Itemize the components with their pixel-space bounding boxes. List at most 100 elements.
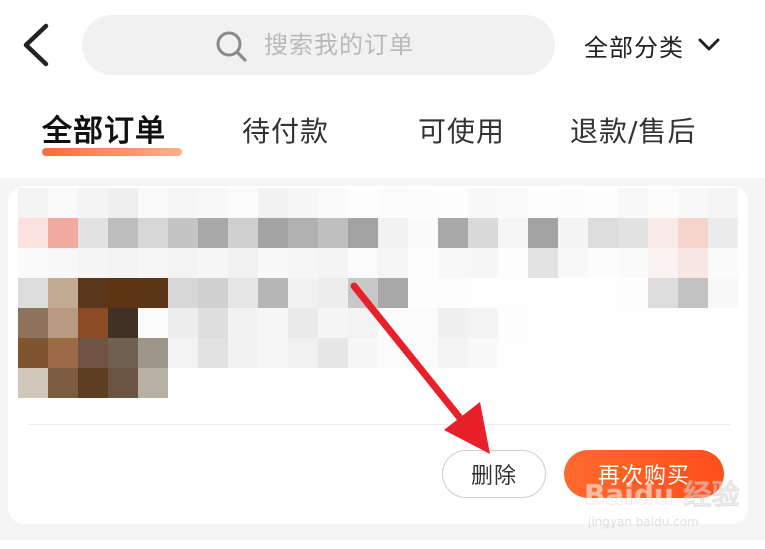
tab-pending-payment[interactable]: 待付款 bbox=[242, 112, 329, 152]
mosaic-cell bbox=[378, 338, 408, 368]
mosaic-cell bbox=[678, 218, 708, 248]
mosaic-cell bbox=[408, 338, 438, 368]
mosaic-cell bbox=[78, 248, 108, 278]
mosaic-cell bbox=[78, 188, 108, 218]
mosaic-cell bbox=[528, 218, 558, 248]
mosaic-cell bbox=[18, 308, 48, 338]
mosaic-cell bbox=[108, 368, 138, 398]
mosaic-cell bbox=[708, 368, 738, 398]
mosaic-cell bbox=[78, 218, 108, 248]
mosaic-cell bbox=[168, 188, 198, 218]
mosaic-cell bbox=[408, 188, 438, 218]
mosaic-cell bbox=[138, 368, 168, 398]
mosaic-cell bbox=[318, 218, 348, 248]
mosaic-cell bbox=[618, 218, 648, 248]
mosaic-cell bbox=[378, 368, 408, 398]
mosaic-cell bbox=[678, 308, 708, 338]
mosaic-cell bbox=[318, 188, 348, 218]
mosaic-cell bbox=[48, 218, 78, 248]
mosaic-cell bbox=[468, 338, 498, 368]
chevron-down-icon bbox=[698, 38, 720, 51]
mosaic-cell bbox=[48, 248, 78, 278]
mosaic-cell bbox=[288, 308, 318, 338]
mosaic-cell bbox=[288, 368, 318, 398]
mosaic-cell bbox=[528, 278, 558, 308]
mosaic-cell bbox=[408, 218, 438, 248]
mosaic-cell bbox=[318, 308, 348, 338]
tab-usable[interactable]: 可使用 bbox=[418, 112, 505, 152]
mosaic-cell bbox=[288, 218, 318, 248]
mosaic-cell bbox=[108, 188, 138, 218]
mosaic-cell bbox=[108, 308, 138, 338]
mosaic-cell bbox=[678, 248, 708, 278]
mosaic-cell bbox=[708, 188, 738, 218]
mosaic-cell bbox=[558, 368, 588, 398]
mosaic-cell bbox=[378, 188, 408, 218]
mosaic-cell bbox=[198, 338, 228, 368]
mosaic-cell bbox=[558, 338, 588, 368]
mosaic-cell bbox=[528, 338, 558, 368]
mosaic-cell bbox=[108, 248, 138, 278]
mosaic-cell bbox=[468, 278, 498, 308]
tab-refund-aftersale[interactable]: 退款/售后 bbox=[570, 112, 696, 152]
search-input[interactable]: 搜索我的订单 bbox=[82, 15, 555, 75]
rebuy-button[interactable]: 再次购买 bbox=[564, 450, 724, 498]
mosaic-cell bbox=[588, 218, 618, 248]
mosaic-cell bbox=[288, 248, 318, 278]
mosaic-cell bbox=[408, 278, 438, 308]
mosaic-cell bbox=[48, 278, 78, 308]
mosaic-cell bbox=[78, 278, 108, 308]
mosaic-cell bbox=[708, 278, 738, 308]
mosaic-cell bbox=[138, 188, 168, 218]
mosaic-cell bbox=[528, 368, 558, 398]
mosaic-cell bbox=[708, 308, 738, 338]
mosaic-cell bbox=[648, 248, 678, 278]
mosaic-cell bbox=[168, 278, 198, 308]
mosaic-cell bbox=[348, 188, 378, 218]
next-card-edge bbox=[0, 540, 765, 549]
mosaic-cell bbox=[438, 278, 468, 308]
mosaic-cell bbox=[198, 368, 228, 398]
mosaic-cell bbox=[648, 368, 678, 398]
mosaic-cell bbox=[408, 308, 438, 338]
mosaic-cell bbox=[438, 308, 468, 338]
mosaic-cell bbox=[438, 248, 468, 278]
mosaic-cell bbox=[378, 218, 408, 248]
mosaic-cell bbox=[48, 368, 78, 398]
search-icon bbox=[216, 31, 247, 62]
mosaic-cell bbox=[528, 308, 558, 338]
mosaic-cell bbox=[18, 218, 48, 248]
mosaic-cell bbox=[468, 218, 498, 248]
mosaic-cell bbox=[408, 368, 438, 398]
mosaic-cell bbox=[678, 338, 708, 368]
mosaic-cell bbox=[378, 278, 408, 308]
mosaic-cell bbox=[498, 188, 528, 218]
mosaic-cell bbox=[198, 278, 228, 308]
order-tabs: 全部订单 待付款 可使用 退款/售后 bbox=[0, 104, 765, 164]
mosaic-cell bbox=[138, 338, 168, 368]
mosaic-cell bbox=[528, 248, 558, 278]
delete-button[interactable]: 删除 bbox=[442, 450, 546, 498]
mosaic-cell bbox=[78, 338, 108, 368]
mosaic-cell bbox=[528, 188, 558, 218]
mosaic-cell bbox=[498, 248, 528, 278]
mosaic-cell bbox=[588, 338, 618, 368]
mosaic-cell bbox=[258, 368, 288, 398]
mosaic-cell bbox=[228, 278, 258, 308]
mosaic-cell bbox=[498, 368, 528, 398]
mosaic-cell bbox=[618, 368, 648, 398]
mosaic-cell bbox=[708, 248, 738, 278]
category-dropdown[interactable]: 全部分类 bbox=[584, 26, 720, 64]
mosaic-cell bbox=[648, 338, 678, 368]
mosaic-cell bbox=[588, 308, 618, 338]
mosaic-cell bbox=[228, 338, 258, 368]
mosaic-cell bbox=[558, 278, 588, 308]
mosaic-cell bbox=[18, 368, 48, 398]
mosaic-cell bbox=[468, 308, 498, 338]
mosaic-cell bbox=[408, 248, 438, 278]
mosaic-cell bbox=[168, 368, 198, 398]
tab-all-orders[interactable]: 全部订单 bbox=[42, 112, 166, 152]
mosaic-cell bbox=[228, 368, 258, 398]
back-button[interactable] bbox=[14, 20, 60, 70]
mosaic-cell bbox=[258, 218, 288, 248]
